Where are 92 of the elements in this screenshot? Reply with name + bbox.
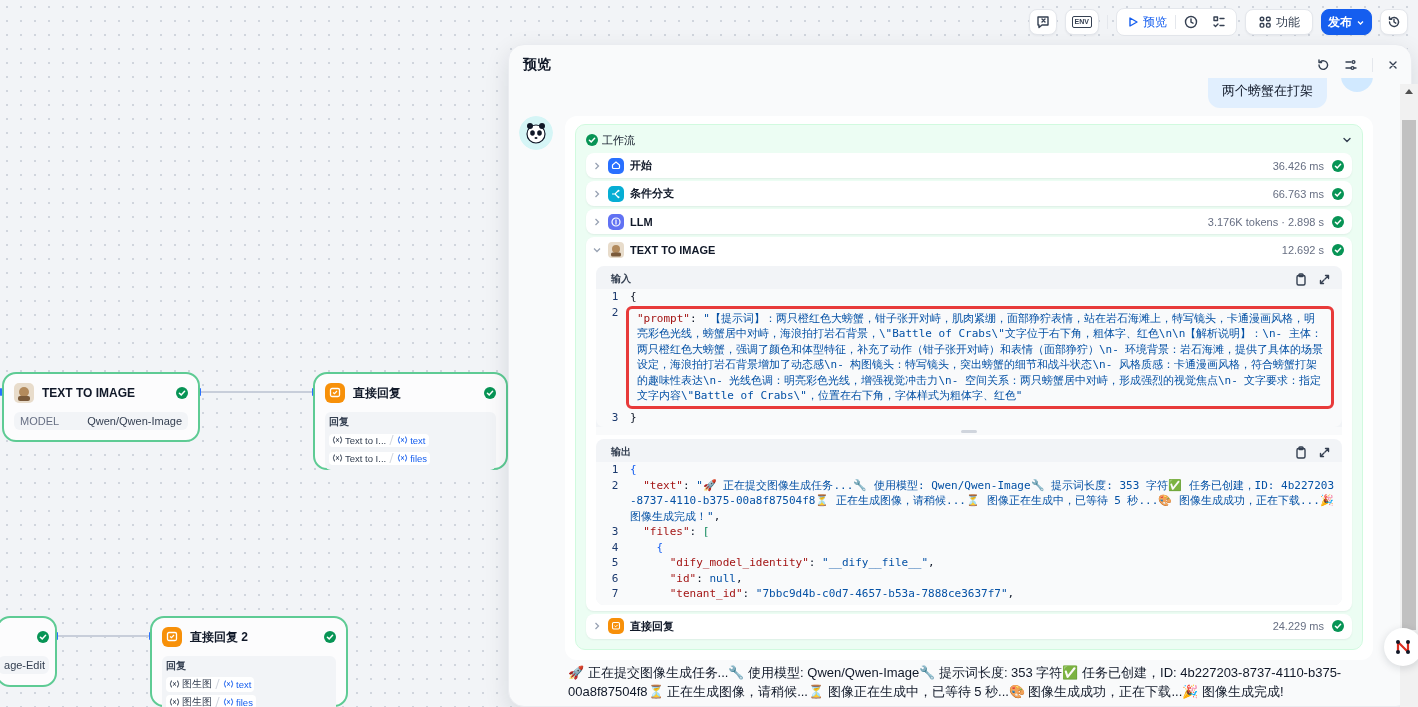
clock-icon	[1184, 15, 1198, 29]
line-number: 2	[610, 477, 620, 494]
answer-text: 🚀 正在提交图像生成任务...🔧 使用模型: Qwen/Qwen-Image🔧 提示词长度: 353 字符✅ 任务已创建，ID: 4b227203-8737-4110-b375-00a8f87504f8⏳ 正在生成图像，请稍候...⏳ 图像正在生成中，已等待 5 秒...🎨 图像生成成功，正在下载...🎉 图像生成完成!	[567, 663, 1343, 701]
step-name: LLM	[630, 215, 654, 228]
speech-bubble-icon	[1035, 15, 1050, 29]
step-duration: 24.229 ms	[1272, 620, 1324, 632]
step-duration: 12.692 s	[1281, 243, 1324, 256]
thumbnail-icon	[608, 241, 624, 258]
variable-icon	[397, 453, 409, 463]
step-duration: 66.763 ms	[1272, 187, 1324, 200]
home-icon	[608, 157, 624, 174]
step-duration: 36.426 ms	[1272, 159, 1324, 172]
code-line: }	[630, 409, 638, 425]
field-value: Qwen/Qwen-Image	[87, 415, 182, 427]
chevron-icon[interactable]	[1342, 135, 1352, 145]
workflow-node[interactable]: age-Edit	[0, 616, 57, 687]
workflow-label: 工作流	[602, 132, 636, 148]
check-icon	[586, 134, 598, 146]
expand-icon[interactable]	[1319, 273, 1330, 285]
scroll-up-icon[interactable]	[1405, 88, 1413, 94]
step-name: TEXT TO IMAGE	[630, 243, 717, 256]
code-line: {	[655, 539, 665, 555]
line-number: 6	[610, 570, 620, 586]
clear-chat-button[interactable]	[1028, 9, 1057, 35]
variable-icon	[397, 435, 409, 445]
variable-icon	[223, 679, 234, 689]
code-line: "files": [	[642, 524, 711, 540]
code-line: "text": "🚀 正在提交图像生成任务...🔧 使用模型: Qwen/Qwen-Image🔧 提示词长度: 353 字符✅ 任务已创建，ID: 4b227203-8737-4110-b375-00a8f87504f8⏳ 正在生成图像，请稍候...⏳ 图像正在生成中，已等待 5 秒...🎨 图像生成成功，正在下载...🎉 图像生成完成！",	[630, 477, 1335, 524]
panel-title: 预览	[523, 56, 552, 74]
step-name: 开始	[630, 158, 653, 173]
play-icon	[1127, 16, 1139, 28]
variable-icon	[223, 697, 234, 707]
node-title: 直接回复	[353, 384, 402, 402]
variable-icon	[332, 435, 343, 445]
reply-icon	[608, 618, 624, 634]
section-label: 回复	[166, 659, 187, 673]
user-message: 两个螃蟹在打架	[1208, 78, 1327, 108]
line-number: 1	[610, 289, 620, 305]
network-icon	[1394, 638, 1412, 656]
scroll-thumb[interactable]	[1402, 120, 1416, 630]
line-number: 5	[610, 555, 620, 571]
variable-icon	[332, 453, 343, 463]
step-name: 条件分支	[630, 186, 675, 201]
step-duration: 3.176K tokens · 2.898 s	[1207, 215, 1324, 228]
grid-icon	[1258, 15, 1272, 29]
field-value: age-Edit	[4, 659, 45, 671]
variable-chip[interactable]: Text to I... text	[329, 433, 429, 447]
variable-icon	[169, 679, 180, 689]
line-number: 7	[610, 586, 620, 602]
resize-handle[interactable]	[961, 429, 977, 433]
panel-label: 输出	[611, 445, 632, 459]
workflow-node[interactable]: TEXT TO IMAGE MODEL Qwen/Qwen-Image	[2, 372, 200, 442]
checklist-icon	[1212, 15, 1226, 29]
workflow-node[interactable]: 直接回复 回复 Text to I... text Text to I... files	[313, 372, 508, 470]
llm-icon	[608, 213, 624, 230]
step-name: 直接回复	[630, 618, 675, 634]
scrollbar[interactable]	[1400, 84, 1418, 707]
clipboard-icon[interactable]	[1295, 445, 1307, 459]
variable-chip[interactable]: Text to I... files	[329, 451, 431, 465]
sliders-icon[interactable]	[1344, 58, 1358, 72]
clipboard-icon[interactable]	[1295, 272, 1307, 286]
thumbnail-icon	[14, 383, 34, 403]
branch-icon	[608, 185, 624, 202]
expand-icon[interactable]	[1319, 446, 1330, 458]
variable-chip[interactable]: 图生图 text	[166, 676, 255, 692]
code-line: "tenant_id": "7bbc9d4b-c0d7-4657-b53a-7888ce3637f7",	[668, 586, 1016, 602]
node-title: 直接回复 2	[190, 628, 249, 646]
code-line: {	[630, 289, 638, 305]
line-number: 2	[610, 304, 620, 321]
code-line: "id": null,	[668, 570, 744, 586]
line-number: 3	[610, 524, 620, 540]
history-icon	[1387, 15, 1401, 29]
line-number: 3	[610, 409, 620, 425]
publish-button[interactable]: 发布	[1321, 9, 1372, 35]
line-number: 4	[610, 539, 620, 555]
section-label: 回复	[329, 415, 350, 429]
variable-chip[interactable]: 图生图 files	[166, 694, 256, 707]
reply-node-icon	[325, 383, 345, 403]
reply-node-icon	[162, 627, 182, 647]
refresh-icon[interactable]	[1316, 58, 1330, 72]
features-button[interactable]: 功能	[1245, 9, 1313, 35]
close-icon[interactable]	[1387, 59, 1399, 71]
code-line: {	[630, 462, 638, 478]
workflow-node[interactable]: 直接回复 2 回复 图生图 text 图生图 files	[150, 616, 348, 707]
field-label: MODEL	[20, 415, 60, 427]
panel-label: 输入	[611, 272, 632, 286]
line-number: 1	[610, 462, 620, 478]
version-history-button[interactable]	[1380, 9, 1408, 35]
bot-avatar-icon	[519, 116, 553, 150]
variable-icon	[169, 697, 180, 707]
code-line: "dify_model_identity": "__dify__file__",	[668, 555, 936, 571]
node-title: TEXT TO IMAGE	[42, 386, 137, 400]
